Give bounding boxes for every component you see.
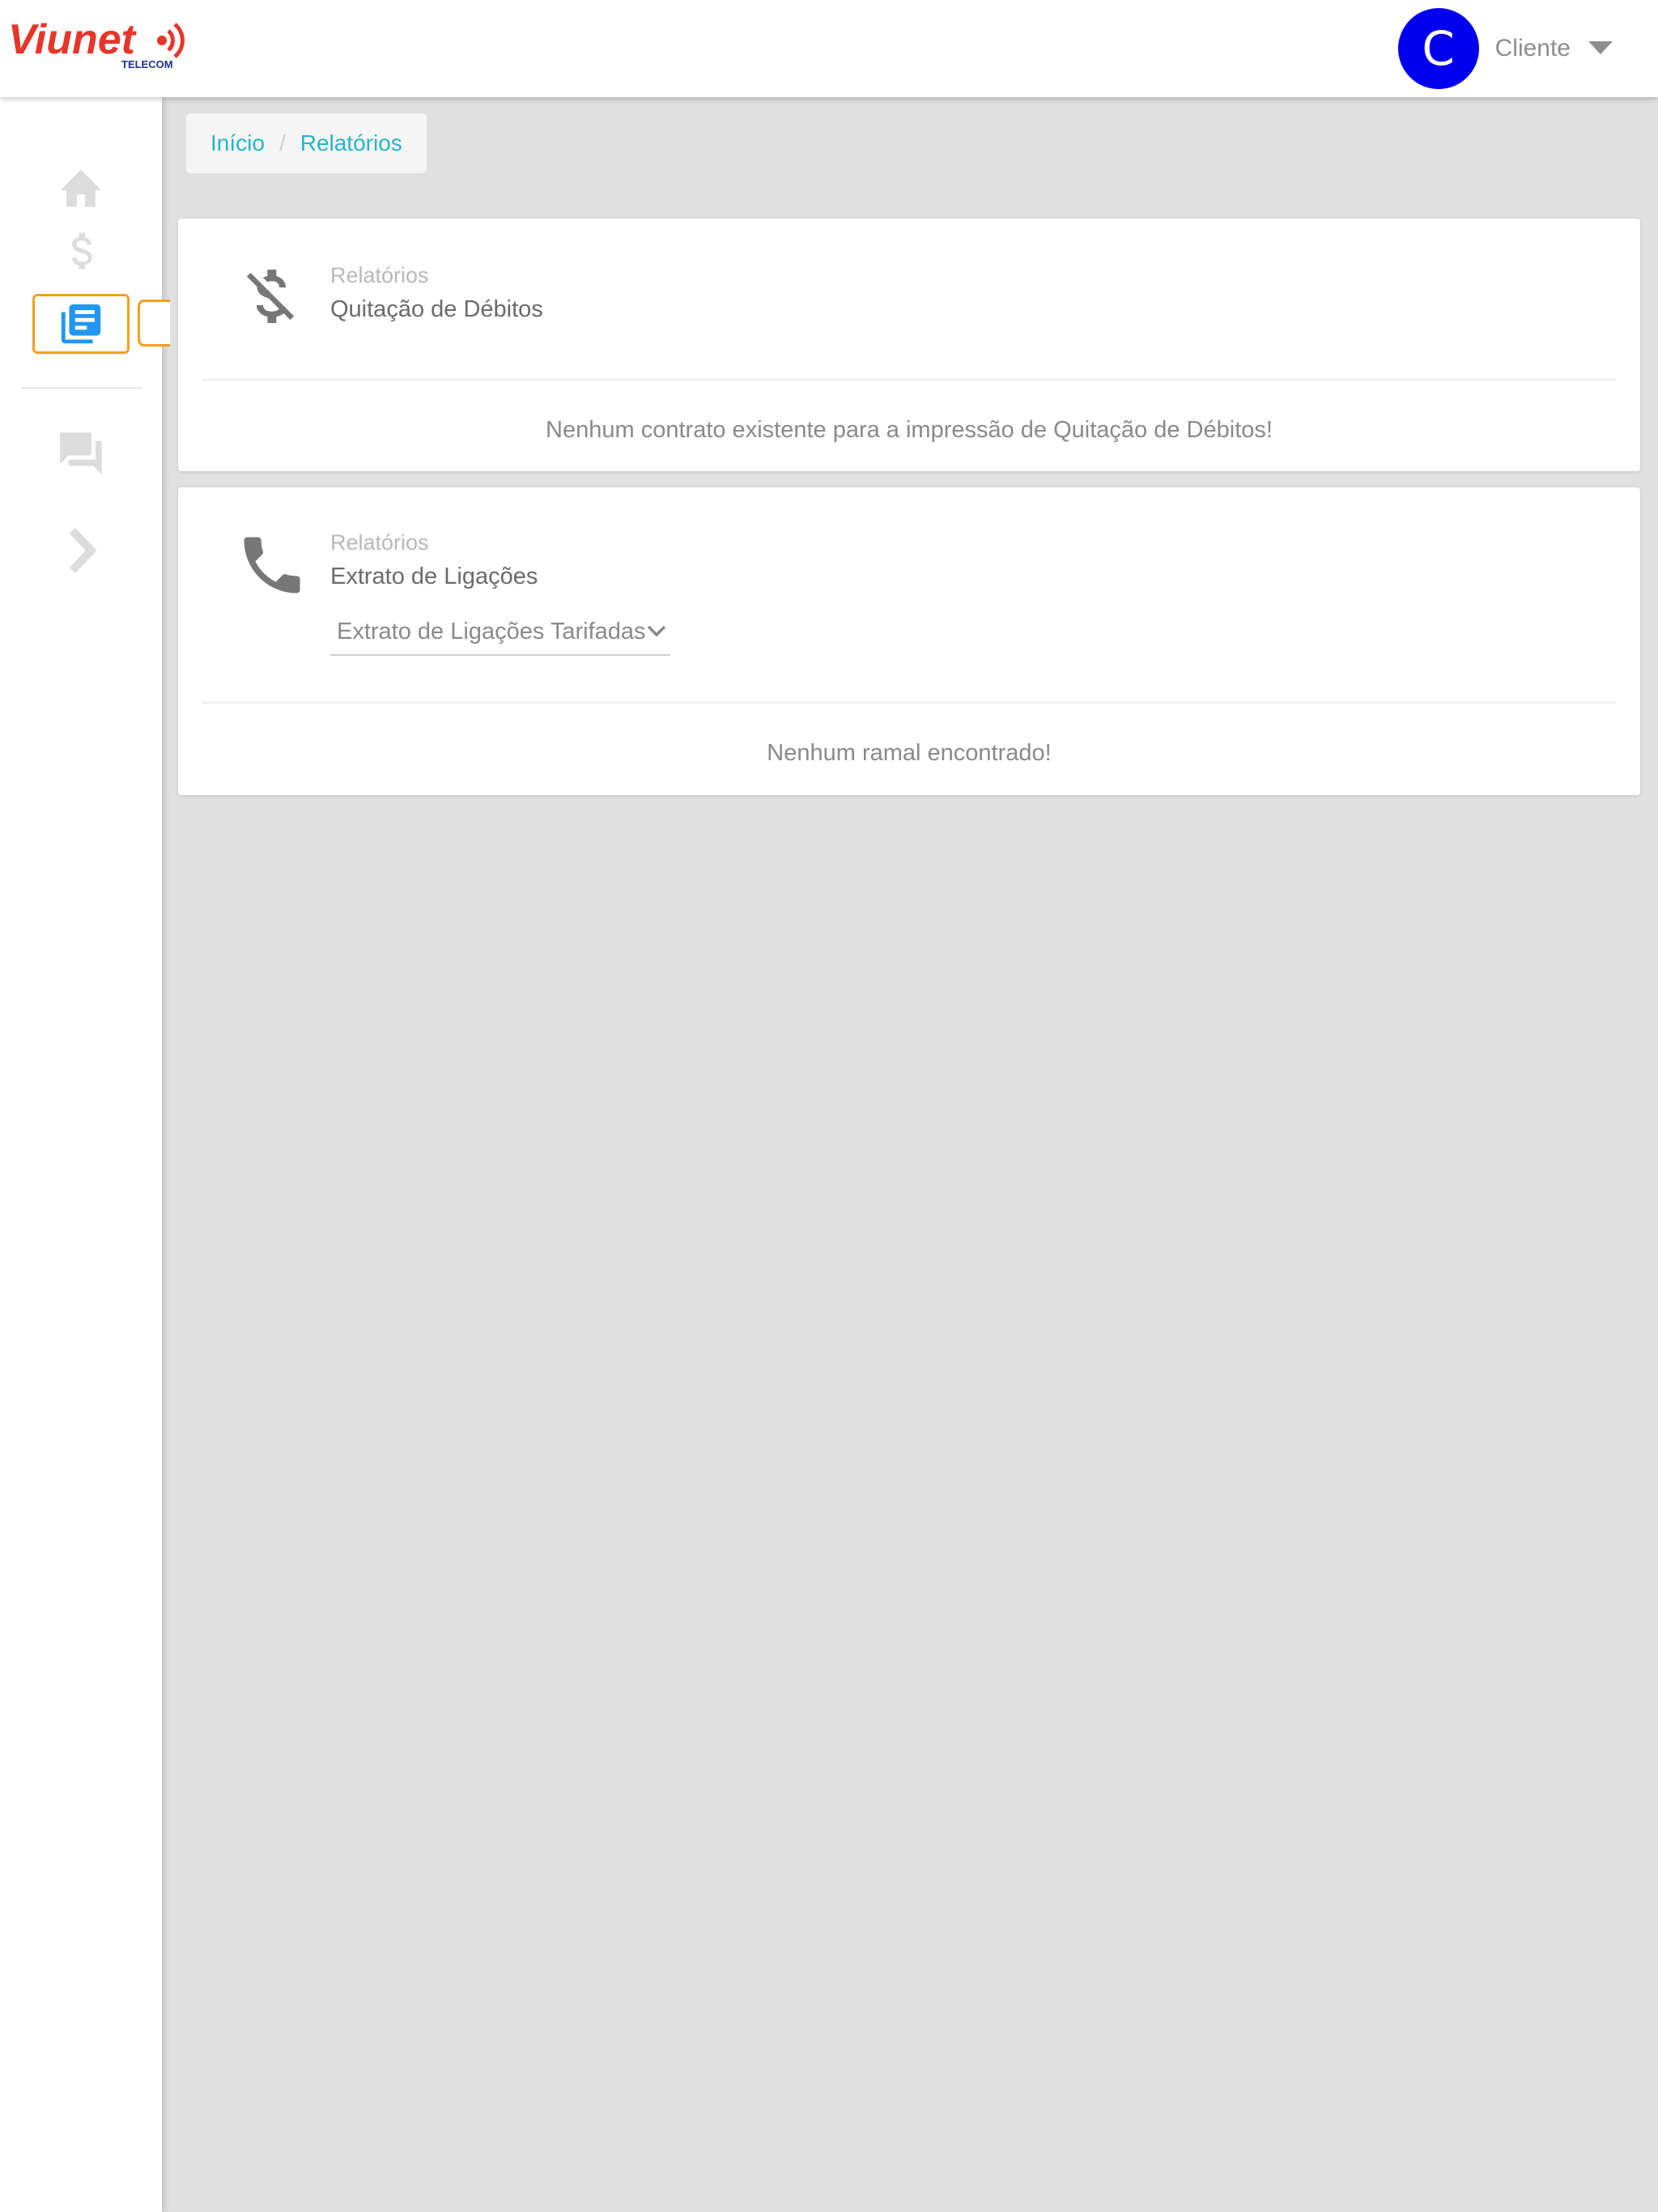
card-message: Nenhum contrato existente para a impress… [546, 417, 1273, 443]
chevron-down-icon [647, 625, 666, 637]
card-title: Extrato de Ligações [330, 564, 538, 589]
avatar[interactable]: C [1397, 8, 1479, 89]
sidebar-item-relatorios[interactable] [32, 294, 130, 354]
active-tab-indicator [138, 300, 170, 347]
viunet-logo[interactable]: Viunet TELECOM [8, 15, 194, 79]
money-off-icon [246, 270, 295, 323]
user-menu[interactable]: C Cliente [1397, 8, 1613, 89]
top-bar: Viunet TELECOM C Cliente [0, 0, 1658, 97]
card-message: Nenhum ramal encontrado! [767, 740, 1052, 766]
svg-text:Viunet: Viunet [8, 16, 138, 63]
card-divider [202, 379, 1616, 381]
sidebar-item-financeiro[interactable] [0, 219, 162, 283]
card-quitacao-debitos: Relatórios Quitação de Débitos Nenhum co… [178, 219, 1640, 471]
extrato-type-select[interactable]: Extrato de Ligações Tarifadas [330, 609, 670, 656]
home-icon [60, 169, 102, 207]
sidebar-item-home[interactable] [0, 154, 162, 219]
card-label: Relatórios [330, 530, 429, 555]
sidebar-item-atendimento[interactable] [0, 421, 162, 486]
dollar-icon [72, 232, 92, 270]
phone-icon [244, 537, 300, 593]
card-title: Quitação de Débitos [330, 296, 543, 322]
breadcrumb-relatorios[interactable]: Relatórios [300, 130, 402, 156]
breadcrumb: Início / Relatórios [186, 113, 427, 173]
user-name[interactable]: Cliente [1495, 35, 1571, 62]
sidebar-divider [21, 387, 142, 389]
card-label: Relatórios [330, 263, 429, 287]
card-icon-wrapper [235, 528, 309, 606]
card-extrato-ligacoes: Relatórios Extrato de Ligações Extrato d… [178, 487, 1640, 795]
breadcrumb-separator: / [278, 130, 286, 155]
chat-icon [60, 432, 102, 474]
chevron-right-icon [70, 528, 97, 573]
card-icon-wrapper [235, 261, 306, 336]
sidebar [0, 97, 170, 2212]
caret-down-icon[interactable] [1588, 41, 1613, 56]
breadcrumb-inicio[interactable]: Início [210, 130, 265, 156]
svg-text:TELECOM: TELECOM [121, 58, 173, 70]
select-value: Extrato de Ligações Tarifadas [337, 618, 646, 644]
reports-icon [61, 304, 101, 344]
sidebar-item-expand[interactable] [0, 518, 162, 583]
card-divider [202, 702, 1616, 704]
